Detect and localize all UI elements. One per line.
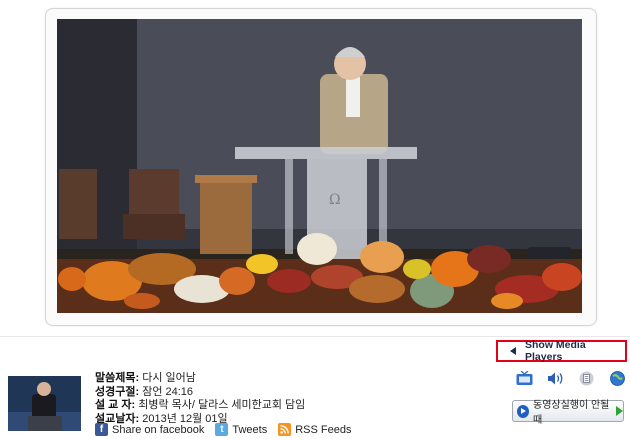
scripture-value: 잠언 24:16 — [142, 385, 194, 398]
preacher-label: 설 교 자: — [95, 399, 136, 411]
svg-text:Ω: Ω — [329, 192, 341, 208]
globe-icon[interactable] — [609, 371, 626, 386]
video-help-label: 동영상실행이 안될때 — [533, 400, 610, 426]
sermon-title-row: 말씀제목: 다시 일어남 — [95, 372, 305, 386]
share-facebook-label: Share on facebook — [112, 423, 205, 436]
show-media-players-button[interactable]: Show Media Players — [496, 339, 627, 363]
share-rss-link[interactable]: RSS Feeds — [278, 423, 351, 436]
sermon-title-value: 다시 일어남 — [142, 372, 196, 384]
tv-icon[interactable] — [516, 371, 533, 386]
media-player-icon — [517, 404, 529, 418]
triangle-left-icon — [510, 347, 516, 355]
facebook-icon: f — [95, 423, 108, 436]
rss-icon — [278, 423, 292, 436]
media-icon-bar — [516, 371, 630, 386]
preacher-value: 최병락 목사/ 달라스 세미한교회 담임 — [138, 399, 306, 411]
video-player[interactable]: Ω — [57, 19, 582, 313]
scripture-label: 성경구절: — [95, 385, 140, 398]
share-twitter-link[interactable]: t Tweets — [215, 423, 267, 436]
play-arrow-icon — [616, 406, 623, 416]
sermon-info: 말씀제목: 다시 일어남 성경구절: 잠언 24:16 설 교 자: 최병락 목… — [95, 372, 305, 426]
speaker-icon[interactable] — [547, 371, 564, 386]
sermon-title-label: 말씀제목: — [95, 372, 140, 384]
document-icon[interactable] — [578, 371, 595, 386]
show-media-players-label: Show Media Players — [525, 339, 586, 363]
scripture-row: 성경구절: 잠언 24:16 — [95, 386, 305, 400]
share-rss-label: RSS Feeds — [295, 423, 352, 436]
preacher-row: 설 교 자: 최병락 목사/ 달라스 세미한교회 담임 — [95, 399, 305, 413]
twitter-icon: t — [215, 423, 229, 436]
share-twitter-label: Tweets — [232, 423, 268, 436]
separator — [0, 336, 630, 337]
share-facebook-link[interactable]: f Share on facebook — [95, 423, 204, 436]
share-bar: f Share on facebook t Tweets RSS Feeds — [95, 423, 362, 436]
video-help-button[interactable]: 동영상실행이 안될때 — [512, 400, 624, 426]
sermon-thumbnail[interactable] — [8, 376, 81, 431]
